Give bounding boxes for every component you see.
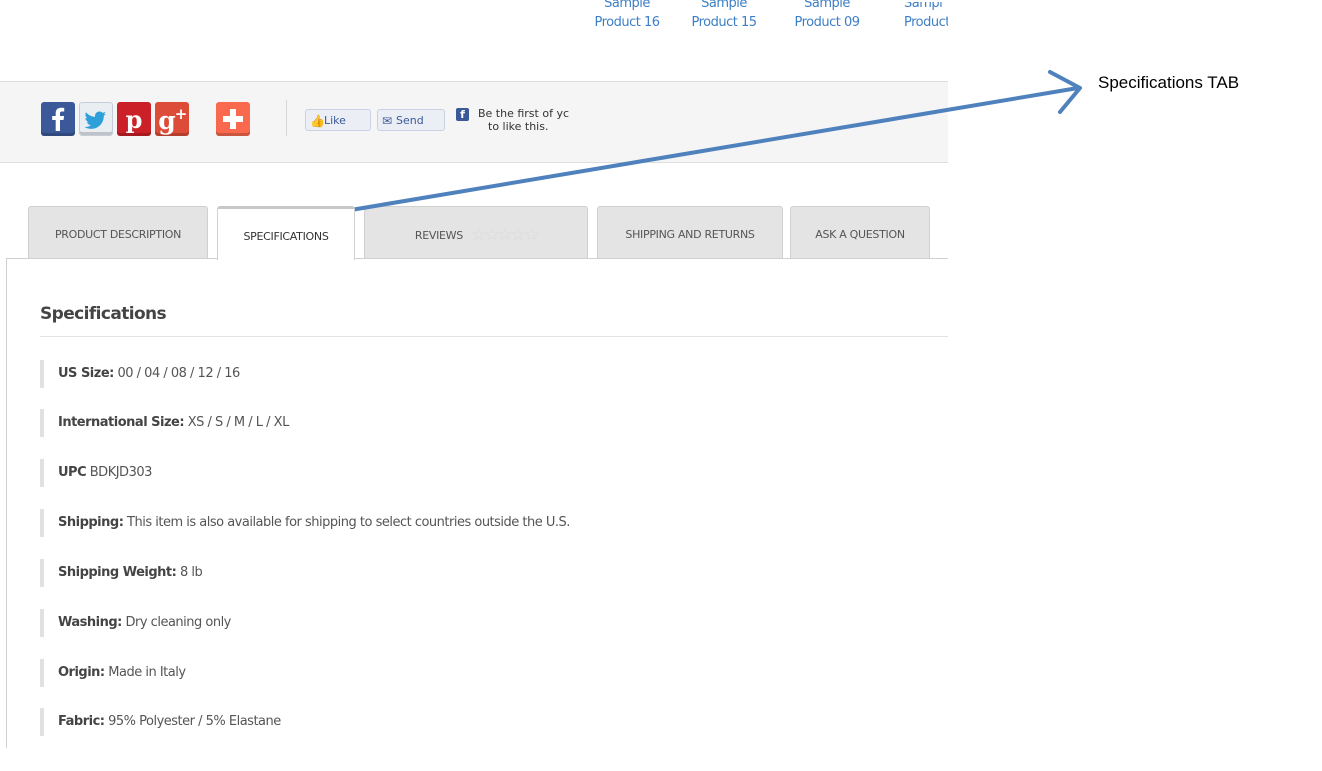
annotation-arrow: [343, 70, 1082, 213]
annotation-label: Specifications TAB: [1098, 73, 1240, 92]
tab-specifications[interactable]: SPECIFICATIONS: [217, 206, 355, 260]
